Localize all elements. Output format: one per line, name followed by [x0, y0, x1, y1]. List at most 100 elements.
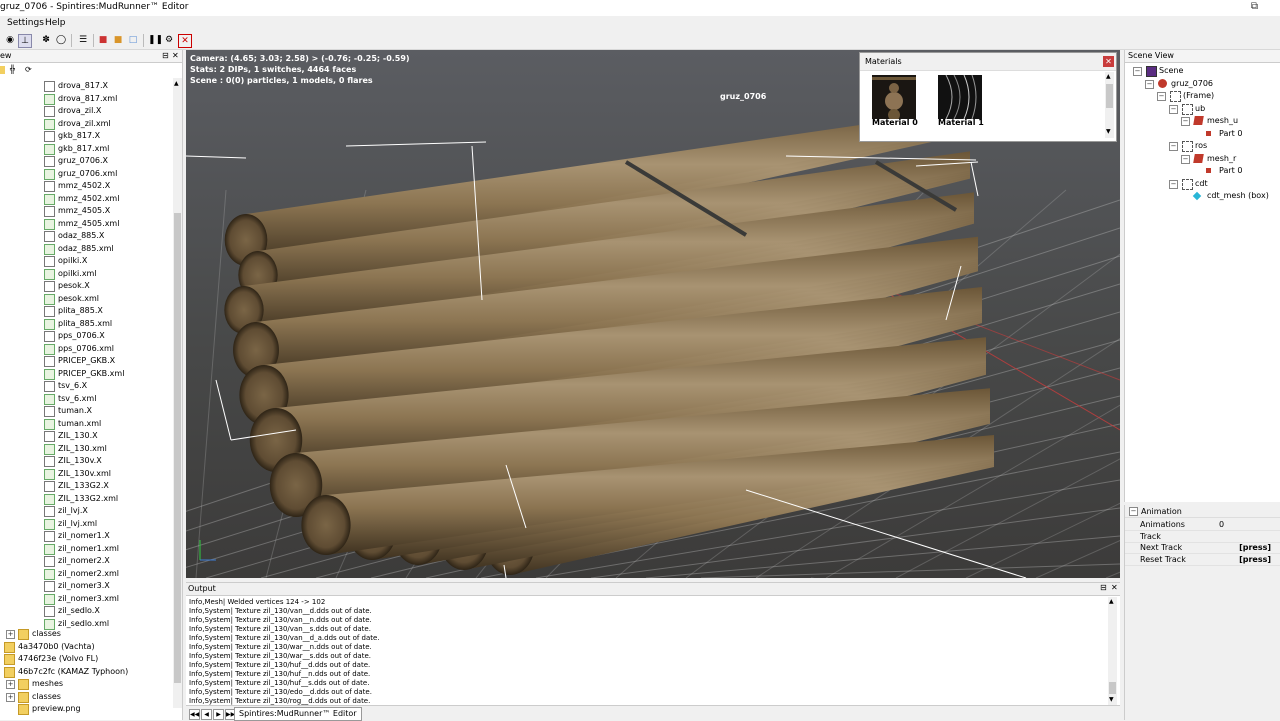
xml-file-icon — [44, 443, 55, 455]
model-file-icon — [44, 281, 55, 292]
scroll-up-icon[interactable]: ▲ — [1109, 598, 1114, 605]
log-line: Info,System| Texture zil_130/edo__d.dds … — [189, 688, 372, 696]
file-item-label: ZIL_130v.X — [58, 456, 102, 465]
animation-press-button[interactable]: [press] — [1239, 543, 1271, 552]
scroll-down-icon[interactable]: ▼ — [1109, 696, 1114, 703]
collapse-icon[interactable]: − — [1145, 79, 1154, 89]
collapse-icon[interactable]: − — [1181, 154, 1190, 164]
pin-icon[interactable]: ⊟ — [162, 50, 169, 62]
output-scrollbar[interactable]: ▲ ▼ — [1108, 597, 1117, 705]
menu-settings[interactable]: Settings — [7, 18, 44, 28]
file-item-label: mmz_4505.xml — [58, 218, 120, 228]
folder-item-label: classes — [32, 629, 61, 638]
close-icon[interactable]: ✕ — [172, 50, 179, 62]
folder-item-label: 4746f23e (Volvo FL) — [18, 654, 99, 663]
mesh-icon — [1193, 116, 1204, 125]
expand-icon[interactable]: + — [6, 680, 15, 689]
collapse-icon[interactable]: − — [1169, 142, 1178, 151]
scroll-thumb[interactable] — [1109, 682, 1116, 694]
scroll-thumb[interactable] — [1106, 84, 1113, 108]
animation-press-button[interactable]: [press] — [1239, 555, 1271, 564]
folder-icon — [4, 641, 15, 653]
folder-item-label: 46b7c2fc (KAMAZ Typhoon) — [18, 666, 129, 676]
folder-icon — [18, 704, 29, 715]
file-item-label: pesok.X — [58, 281, 90, 290]
axis-icon[interactable]: ⊥ — [18, 34, 32, 48]
collapse-icon[interactable]: − — [1157, 92, 1166, 101]
pause-icon[interactable]: ❚❚ — [148, 34, 163, 46]
folder-item-label: preview.png — [32, 704, 81, 713]
first-tab-icon[interactable]: ◀◀ — [189, 709, 200, 720]
xml-file-icon — [44, 393, 55, 405]
collapse-icon[interactable]: − — [1133, 67, 1142, 76]
file-item-label: gruz_0706.X — [58, 156, 109, 165]
document-tab[interactable]: Spintires:MudRunner™ Editor — [234, 707, 362, 721]
scroll-thumb[interactable] — [174, 213, 181, 683]
animation-row: Reset Track [press] — [1125, 554, 1280, 567]
scroll-up-icon[interactable]: ▲ — [174, 80, 179, 87]
collapse-icon[interactable]: − — [1129, 507, 1138, 516]
log-line: Info,System| Texture zil_130/war__n.dds … — [189, 643, 372, 651]
xml-file-icon — [44, 243, 55, 255]
model-file-icon — [44, 581, 55, 592]
folder-icon[interactable] — [0, 66, 5, 74]
xml-file-icon — [44, 518, 55, 530]
file-item-label: pps_0706.xml — [58, 343, 114, 353]
file-item-label: zil_lvj.xml — [58, 518, 98, 528]
material-0-thumbnail[interactable] — [872, 75, 916, 121]
file-item-label: zil_sedlo.xml — [58, 618, 110, 628]
restore-icon[interactable]: ⧉ — [1251, 1, 1258, 12]
scene-node-label: Part 0 — [1219, 166, 1243, 175]
material-1-thumbnail[interactable] — [938, 74, 982, 120]
animation-title: Animation — [1141, 507, 1182, 516]
xml-file-icon — [44, 93, 55, 105]
scroll-up-icon[interactable]: ▲ — [1106, 73, 1111, 80]
part-icon — [1206, 130, 1211, 136]
paw-icon[interactable]: ✽ — [40, 34, 52, 46]
prev-tab-icon[interactable]: ◀ — [201, 709, 212, 720]
copy-icon[interactable]: □ — [127, 34, 139, 46]
file-item-label: gruz_0706.xml — [58, 168, 118, 178]
expand-icon[interactable]: + — [6, 692, 15, 702]
file-tree-title: ew — [0, 51, 12, 60]
folder-open-icon[interactable]: ■ — [112, 34, 124, 46]
collapse-icon[interactable]: − — [1169, 179, 1178, 189]
model-file-icon — [44, 506, 55, 517]
properties-icon[interactable]: ☰ — [77, 34, 89, 46]
frame-icon — [1182, 103, 1193, 115]
expand-icon[interactable]: + — [6, 630, 15, 639]
folder-item-label: meshes — [32, 679, 64, 688]
model-file-icon — [44, 356, 55, 367]
scene-node-label: (Frame) — [1183, 91, 1215, 100]
next-tab-icon[interactable]: ▶ — [213, 709, 224, 720]
file-tree-scrollbar[interactable]: ▲ — [173, 78, 182, 708]
model-file-icon — [44, 431, 55, 442]
stop-icon[interactable]: ✕ — [178, 34, 192, 48]
log-line: Info,System| Texture zil_130/van__d_a.dd… — [189, 634, 380, 642]
model-file-icon — [44, 106, 55, 117]
document-tabs-bar: ◀◀ ◀ ▶ ▶▶ Spintires:MudRunner™ Editor — [186, 705, 1120, 721]
log-line: Info,Mesh| Welded vertices 124 -> 102 — [189, 598, 326, 606]
collapse-icon[interactable]: − — [1169, 104, 1178, 114]
file-item-label: gkb_817.X — [58, 131, 101, 140]
xml-file-icon — [44, 318, 55, 330]
xml-file-icon — [44, 418, 55, 430]
refresh-icon[interactable]: ⟳ — [25, 65, 32, 74]
collapse-icon[interactable]: − — [1181, 117, 1190, 126]
delete-icon[interactable]: ■ — [97, 34, 109, 46]
pin-icon[interactable]: ⊟ — [1100, 583, 1107, 592]
file-tree-toolbar: ╬ ⟳ — [0, 63, 180, 77]
car-icon[interactable]: ◉ — [4, 34, 16, 46]
settings-icon[interactable]: ⚙ — [163, 34, 175, 46]
materials-scrollbar[interactable]: ▲ ▼ — [1105, 72, 1114, 138]
close-icon[interactable]: ✕ — [1111, 583, 1118, 592]
materials-close-button[interactable]: ✕ — [1103, 56, 1114, 67]
xml-file-icon — [44, 268, 55, 280]
file-item-label: ZIL_133G2.xml — [58, 493, 119, 503]
model-file-icon — [44, 531, 55, 542]
wheel-icon[interactable]: ◯ — [55, 34, 67, 46]
menu-help[interactable]: Help — [45, 18, 66, 28]
branch-icon[interactable]: ╬ — [10, 65, 15, 74]
model-file-icon — [44, 406, 55, 417]
scroll-down-icon[interactable]: ▼ — [1106, 128, 1111, 135]
